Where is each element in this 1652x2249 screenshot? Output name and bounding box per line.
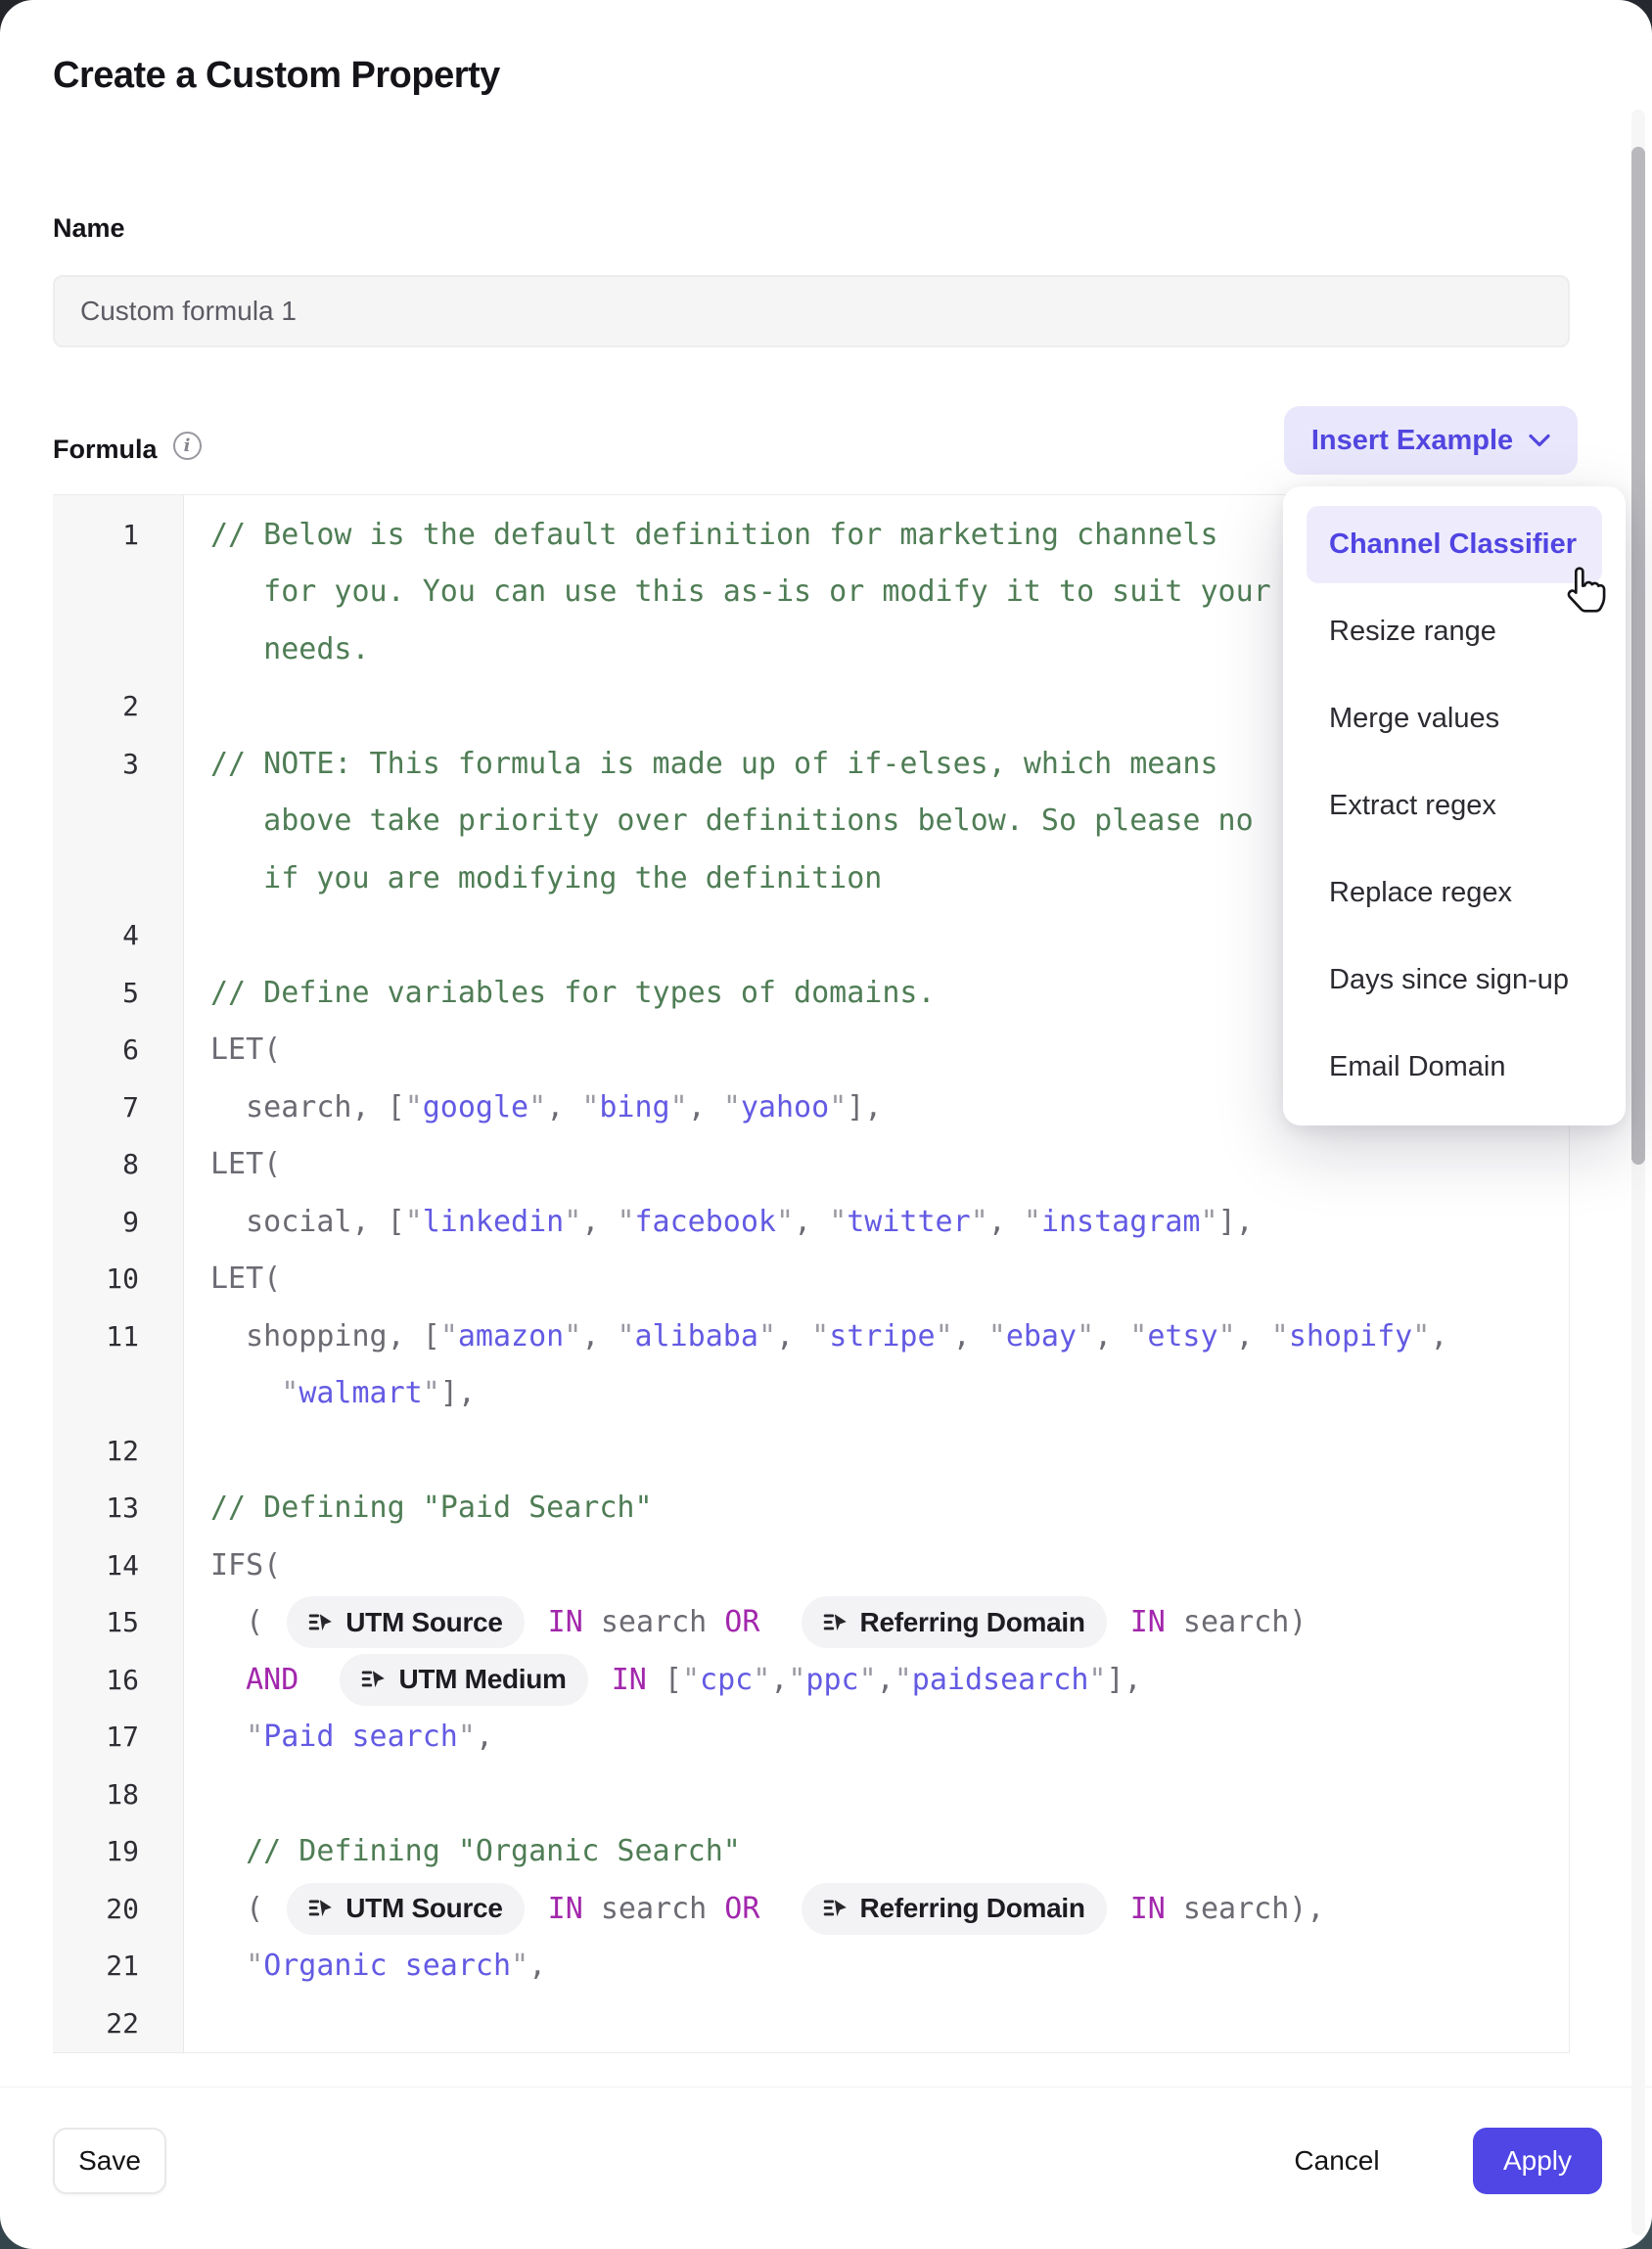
code-row: 21 "Organic search", (53, 1938, 1569, 1996)
field-icon (823, 1898, 849, 1919)
line-number: 9 (53, 1206, 183, 1238)
dropdown-item-days-since-sign-up[interactable]: Days since sign-up (1283, 937, 1626, 1024)
code-line[interactable]: // Defining "Paid Search" (183, 1491, 1569, 1525)
field-token-chip[interactable]: UTM Source (287, 1883, 524, 1935)
line-number: 5 (53, 977, 183, 1009)
footer-divider (0, 2087, 1652, 2088)
code-line[interactable]: LET( (183, 1147, 1569, 1181)
code-line[interactable]: ( UTM Source IN search OR Referring Doma… (183, 1883, 1569, 1935)
line-number: 3 (53, 748, 183, 780)
line-number: 20 (53, 1893, 183, 1925)
field-token-label: Referring Domain (860, 1607, 1085, 1638)
name-label: Name (53, 213, 125, 244)
create-custom-property-modal: Create a Custom Property Name Formula i … (0, 0, 1652, 2249)
save-button[interactable]: Save (53, 2128, 166, 2194)
page-title: Create a Custom Property (53, 55, 500, 97)
line-number: 22 (53, 2007, 183, 2040)
line-number: 8 (53, 1148, 183, 1180)
code-row: 11 shopping, ["amazon", "alibaba", "stri… (53, 1308, 1569, 1365)
code-line[interactable]: ( UTM Source IN search OR Referring Doma… (183, 1596, 1569, 1648)
formula-label: Formula (53, 435, 158, 465)
insert-example-dropdown: Channel Classifier Resize range Merge valu… (1283, 486, 1626, 1125)
field-token-label: Referring Domain (860, 1893, 1085, 1924)
code-line[interactable]: "Paid search", (183, 1720, 1569, 1754)
code-line[interactable]: shopping, ["amazon", "alibaba", "stripe"… (183, 1319, 1569, 1354)
insert-example-label: Insert Example (1311, 425, 1513, 457)
insert-example-button[interactable]: Insert Example (1284, 406, 1578, 475)
field-icon (308, 1612, 334, 1633)
field-token-chip[interactable]: UTM Medium (340, 1654, 587, 1706)
line-number: 11 (53, 1320, 183, 1353)
field-icon (361, 1669, 387, 1690)
line-number: 17 (53, 1721, 183, 1753)
field-token-chip[interactable]: Referring Domain (802, 1883, 1107, 1935)
info-icon[interactable]: i (173, 432, 202, 460)
dropdown-item-replace-regex[interactable]: Replace regex (1283, 849, 1626, 937)
line-number: 7 (53, 1091, 183, 1124)
line-number: 4 (53, 919, 183, 951)
dropdown-item-label: Resize range (1307, 616, 1496, 648)
dropdown-item-label: Days since sign-up (1307, 964, 1569, 996)
formula-label-row: Formula i (53, 435, 202, 465)
code-row: 22 (53, 1995, 1569, 2052)
code-row: 16 AND UTM Medium IN ["cpc","ppc","paids… (53, 1651, 1569, 1709)
code-line[interactable]: "walmart"], (183, 1376, 1569, 1410)
dropdown-item-extract-regex[interactable]: Extract regex (1283, 762, 1626, 849)
modal-scrollbar-thumb[interactable] (1631, 147, 1645, 1165)
apply-button[interactable]: Apply (1473, 2128, 1602, 2194)
code-row: "walmart"], (53, 1365, 1569, 1423)
field-icon (823, 1612, 849, 1633)
dropdown-item-label: Extract regex (1307, 790, 1496, 822)
code-row: 9 social, ["linkedin", "facebook", "twit… (53, 1193, 1569, 1251)
field-token-chip[interactable]: UTM Source (287, 1596, 524, 1648)
field-token-label: UTM Medium (398, 1664, 566, 1695)
code-line[interactable]: // Defining "Organic Search" (183, 1834, 1569, 1868)
line-number: 15 (53, 1606, 183, 1638)
code-row: 20 ( UTM Source IN search OR Referring D… (53, 1880, 1569, 1938)
code-line[interactable]: AND UTM Medium IN ["cpc","ppc","paidsear… (183, 1654, 1569, 1706)
code-row: 12 (53, 1422, 1569, 1480)
name-input[interactable] (53, 275, 1570, 347)
field-token-label: UTM Source (345, 1893, 502, 1924)
dropdown-item-label: Email Domain (1307, 1051, 1506, 1083)
dropdown-item-label: Channel Classifier (1307, 506, 1602, 583)
cancel-button[interactable]: Cancel (1268, 2128, 1405, 2194)
code-row: 19 // Defining "Organic Search" (53, 1823, 1569, 1881)
line-number: 18 (53, 1778, 183, 1811)
code-line[interactable]: IFS( (183, 1548, 1569, 1583)
code-line[interactable]: "Organic search", (183, 1949, 1569, 1983)
line-number: 14 (53, 1549, 183, 1582)
code-row: 13// Defining "Paid Search" (53, 1480, 1569, 1538)
dropdown-item-resize-range[interactable]: Resize range (1283, 588, 1626, 675)
line-number: 6 (53, 1033, 183, 1066)
field-token-label: UTM Source (345, 1607, 502, 1638)
chevron-down-icon (1529, 434, 1550, 447)
dropdown-item-channel-classifier[interactable]: Channel Classifier (1283, 501, 1626, 588)
line-number: 2 (53, 690, 183, 722)
code-row: 14IFS( (53, 1537, 1569, 1594)
code-row: 15 ( UTM Source IN search OR Referring D… (53, 1594, 1569, 1652)
code-row: 8LET( (53, 1136, 1569, 1194)
line-number: 12 (53, 1435, 183, 1467)
code-row: 18 (53, 1766, 1569, 1823)
dropdown-item-label: Replace regex (1307, 877, 1512, 909)
line-number: 13 (53, 1492, 183, 1524)
modal-scrollbar-track[interactable] (1631, 110, 1645, 2235)
dropdown-item-email-domain[interactable]: Email Domain (1283, 1024, 1626, 1111)
field-token-chip[interactable]: Referring Domain (802, 1596, 1107, 1648)
code-row: 17 "Paid search", (53, 1709, 1569, 1767)
line-number: 16 (53, 1664, 183, 1696)
code-row: 10LET( (53, 1251, 1569, 1308)
dropdown-item-label: Merge values (1307, 703, 1499, 735)
line-number: 10 (53, 1262, 183, 1295)
line-number: 21 (53, 1950, 183, 1982)
line-number: 1 (53, 519, 183, 551)
line-number: 19 (53, 1835, 183, 1867)
dropdown-item-merge-values[interactable]: Merge values (1283, 675, 1626, 762)
field-icon (308, 1898, 334, 1919)
code-line[interactable]: social, ["linkedin", "facebook", "twitte… (183, 1205, 1569, 1239)
code-line[interactable]: LET( (183, 1262, 1569, 1296)
